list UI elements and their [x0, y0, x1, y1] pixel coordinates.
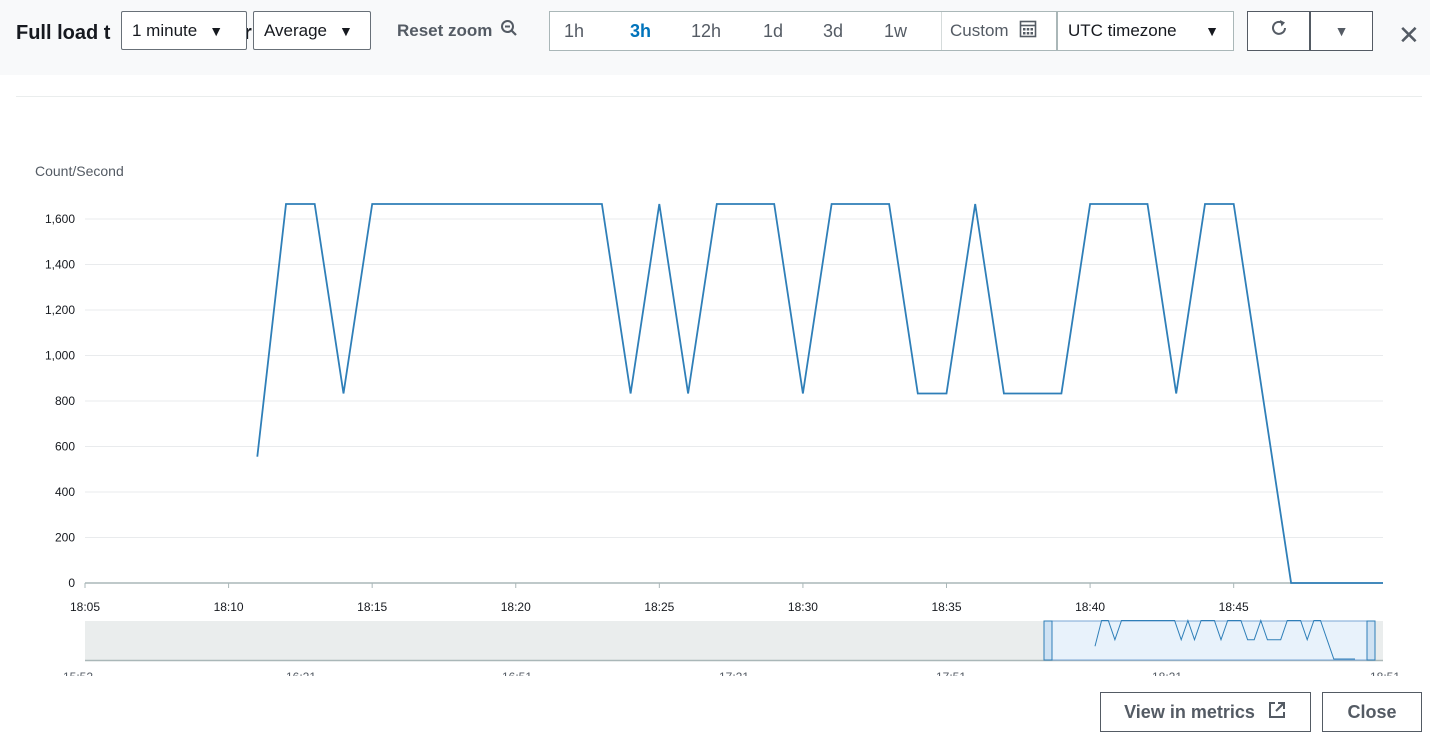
view-in-metrics-label: View in metrics — [1124, 701, 1255, 722]
x-tick-label: 18:35 — [931, 600, 961, 614]
view-in-metrics-button[interactable]: View in metrics — [1100, 692, 1311, 732]
overview-navigator[interactable]: 15:52 16:21 16:51 17:21 17:51 18:21 18:51 — [63, 618, 1400, 681]
series-line — [256, 203, 1383, 584]
y-axis-label: Count/Second — [35, 163, 124, 179]
y-tick-label: 200 — [55, 531, 75, 545]
overview-right-handle[interactable] — [1366, 620, 1376, 661]
close-button[interactable]: Close — [1322, 692, 1422, 732]
x-tick-label: 18:15 — [357, 600, 387, 614]
x-tick-label: 18:20 — [501, 600, 531, 614]
x-tick-label: 18:40 — [1075, 600, 1105, 614]
x-tick-label: 18:10 — [214, 600, 244, 614]
y-tick-label: 1,200 — [45, 303, 75, 317]
x-tick-label: 18:05 — [70, 600, 100, 614]
metric-chart: Count/Second 0 200 400 600 800 1,000 1,200 1,40… — [35, 163, 1400, 681]
x-tick-label: 18:45 — [1219, 600, 1249, 614]
y-tick-label: 600 — [55, 440, 75, 454]
y-tick-label: 1,000 — [45, 349, 75, 363]
x-tick-label: 18:25 — [644, 600, 674, 614]
y-tick-label: 0 — [68, 576, 75, 590]
close-button-label: Close — [1347, 701, 1397, 722]
y-tick-label: 800 — [55, 394, 75, 408]
external-link-icon — [1267, 700, 1287, 725]
x-tick-label: 18:30 — [788, 600, 818, 614]
overview-left-handle[interactable] — [1043, 620, 1053, 661]
y-tick-label: 400 — [55, 485, 75, 499]
y-tick-label: 1,600 — [45, 212, 75, 226]
y-tick-label: 1,400 — [45, 258, 75, 272]
